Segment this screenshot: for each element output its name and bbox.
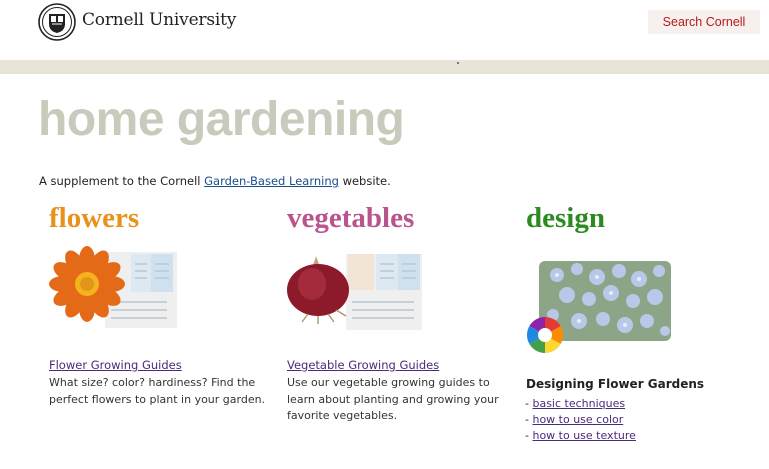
band-mark	[457, 62, 459, 64]
garden-based-learning-link[interactable]: Garden-Based Learning	[204, 174, 339, 188]
search-cornell-button[interactable]: Search Cornell	[648, 10, 760, 34]
design-heading: design	[526, 202, 605, 234]
vegetables-heading: vegetables	[287, 202, 415, 234]
intro-prefix: A supplement to the Cornell	[39, 174, 205, 188]
design-illustration[interactable]	[527, 261, 672, 356]
designing-flower-gardens-heading: Designing Flower Gardens	[526, 377, 705, 391]
header-band	[0, 60, 769, 74]
flowers-description: What size? color? hardiness? Find the pe…	[49, 376, 266, 406]
vegetables-description: Use our vegetable growing guides to lear…	[287, 376, 499, 422]
how-to-use-texture-link[interactable]: how to use texture	[532, 429, 635, 442]
site-header: Cornell University Search Cornell	[0, 0, 769, 60]
list-item: - basic techniques	[525, 397, 626, 410]
flower-guide-illustration[interactable]	[47, 246, 179, 330]
intro-suffix: website.	[338, 174, 391, 188]
intro-text: A supplement to the Cornell Garden-Based…	[39, 174, 391, 188]
vegetable-growing-guides-link[interactable]: Vegetable Growing Guides	[287, 358, 439, 372]
cornell-seal-logo[interactable]	[38, 3, 76, 41]
list-item: - how to use texture	[525, 429, 636, 442]
vegetable-guide-illustration[interactable]	[286, 252, 422, 330]
how-to-use-color-link[interactable]: how to use color	[532, 413, 623, 426]
brand-name[interactable]: Cornell University	[82, 10, 236, 30]
list-item: - how to use color	[525, 413, 624, 426]
page-title: home gardening	[38, 93, 405, 146]
flowers-heading: flowers	[49, 202, 140, 234]
basic-techniques-link[interactable]: basic techniques	[532, 397, 625, 410]
design-links-list: - basic techniques - how to use color - …	[525, 396, 636, 444]
flower-growing-guides-link[interactable]: Flower Growing Guides	[49, 358, 182, 372]
